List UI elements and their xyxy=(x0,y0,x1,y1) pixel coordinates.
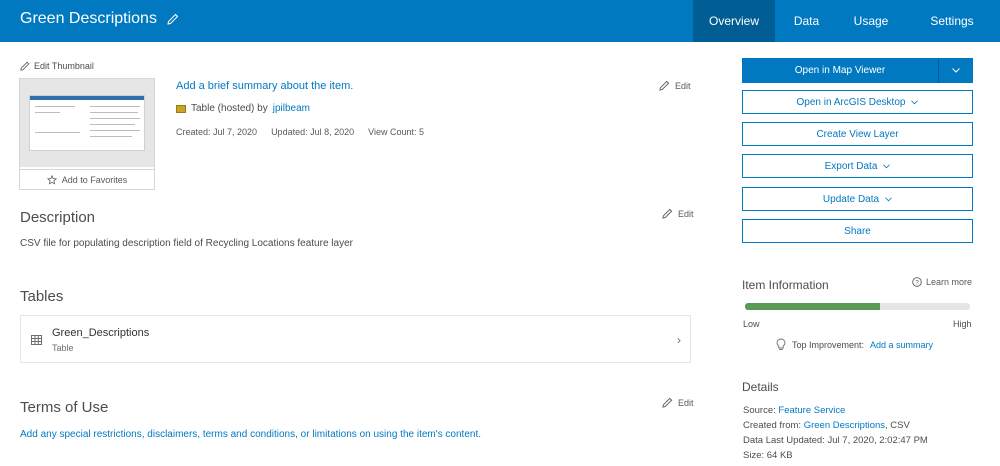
learn-more-link[interactable]: ? Learn more xyxy=(912,277,972,287)
edit-terms-button[interactable]: Edit xyxy=(662,397,694,408)
thumbnail-line xyxy=(90,124,135,125)
table-name: Green_Descriptions xyxy=(52,327,150,339)
edit-thumbnail-link[interactable]: Edit Thumbnail xyxy=(20,61,94,71)
top-improvement: Top Improvement: Add a summary xyxy=(776,338,933,351)
item-title-text: Green Descriptions xyxy=(20,10,157,27)
star-icon xyxy=(46,174,57,185)
edit-label: Edit xyxy=(675,80,691,91)
item-information-heading: Item Information xyxy=(742,278,829,292)
thumbnail-card: Add to Favorites xyxy=(19,78,155,190)
export-data-label: Export Data xyxy=(824,160,878,172)
thumbnail-line xyxy=(35,112,60,113)
thumbnail-line xyxy=(35,106,75,107)
hosted-table-icon xyxy=(176,104,186,113)
share-button[interactable]: Share xyxy=(742,219,973,243)
create-view-layer-label: Create View Layer xyxy=(816,128,899,140)
open-in-arcgis-desktop-button[interactable]: Open in ArcGIS Desktop xyxy=(742,90,973,114)
pencil-icon xyxy=(20,61,30,71)
edit-description-button[interactable]: Edit xyxy=(662,208,694,219)
add-terms-link[interactable]: Add any special restrictions, disclaimer… xyxy=(20,429,481,440)
thumbnail-line xyxy=(90,118,140,119)
size-value: 64 KB xyxy=(766,450,793,461)
created-from-link[interactable]: Green Descriptions xyxy=(804,420,885,431)
item-type-line: Table (hosted) by jpilbeam xyxy=(176,103,310,114)
chevron-down-icon xyxy=(952,68,960,73)
add-to-favorites-button[interactable]: Add to Favorites xyxy=(20,169,154,189)
owner-link[interactable]: jpilbeam xyxy=(273,103,310,114)
created-date: Created: Jul 7, 2020 xyxy=(176,127,258,137)
source-label: Source: xyxy=(743,405,776,416)
edit-label: Edit xyxy=(678,397,694,408)
share-label: Share xyxy=(844,225,871,237)
item-tabs: Overview Data Usage Settings xyxy=(693,0,1000,42)
open-in-map-viewer-main[interactable]: Open in Map Viewer xyxy=(742,58,938,83)
edit-label: Edit xyxy=(678,208,694,219)
top-header-bar: Green Descriptions Overview Data Usage S… xyxy=(0,0,1000,42)
source-link[interactable]: Feature Service xyxy=(778,405,845,416)
updated-date: Updated: Jul 8, 2020 xyxy=(271,127,355,137)
open-in-map-viewer-button: Open in Map Viewer xyxy=(742,58,973,83)
thumbnail-line xyxy=(90,136,132,137)
item-title: Green Descriptions xyxy=(20,10,179,28)
help-circle-icon: ? xyxy=(912,277,922,287)
update-data-label: Update Data xyxy=(822,193,880,205)
description-text: CSV file for populating description fiel… xyxy=(20,238,353,249)
tab-overview[interactable]: Overview xyxy=(693,0,775,42)
detail-data-last-updated: Data Last Updated: Jul 7, 2020, 2:02:47 … xyxy=(743,435,928,446)
thumbnail-line xyxy=(90,112,138,113)
view-count: View Count: 5 xyxy=(368,127,424,137)
thumbnail-preview-bar xyxy=(30,96,144,100)
thumbnail-preview xyxy=(29,95,145,151)
detail-size: Size: 64 KB xyxy=(743,450,793,461)
table-type: Table xyxy=(52,343,74,353)
item-dates: Created: Jul 7, 2020 Updated: Jul 8, 202… xyxy=(176,127,424,137)
size-label: Size: xyxy=(743,450,765,461)
table-list-item[interactable]: Green_Descriptions Table › xyxy=(20,315,691,363)
item-type-text: Table (hosted) by xyxy=(191,103,268,114)
thumbnail-line xyxy=(35,132,80,133)
top-improvement-label: Top Improvement: xyxy=(792,339,865,350)
update-data-button[interactable]: Update Data xyxy=(742,187,973,211)
pencil-icon xyxy=(662,397,673,408)
high-label: High xyxy=(953,319,972,329)
create-view-layer-button[interactable]: Create View Layer xyxy=(742,122,973,146)
add-a-summary-link[interactable]: Add a summary xyxy=(870,340,933,350)
pencil-icon xyxy=(659,80,670,91)
lightbulb-icon xyxy=(776,338,786,350)
chevron-right-icon: › xyxy=(677,333,681,347)
created-from-suffix: , CSV xyxy=(885,420,910,431)
description-heading: Description xyxy=(20,209,96,226)
thumbnail-line xyxy=(90,130,140,131)
map-viewer-dropdown-toggle[interactable] xyxy=(938,58,973,83)
edit-thumbnail-label: Edit Thumbnail xyxy=(34,61,94,71)
detail-created-from: Created from: Green Descriptions, CSV xyxy=(743,420,910,431)
edit-summary-button[interactable]: Edit xyxy=(659,80,691,91)
item-information-progress-bar xyxy=(745,303,970,310)
low-label: Low xyxy=(743,319,760,329)
tab-settings[interactable]: Settings xyxy=(904,0,1000,42)
thumbnail-line xyxy=(90,106,140,107)
created-from-label: Created from: xyxy=(743,420,802,431)
learn-more-label: Learn more xyxy=(926,277,973,287)
add-summary-link[interactable]: Add a brief summary about the item. xyxy=(176,80,353,92)
export-data-button[interactable]: Export Data xyxy=(742,154,973,178)
chevron-down-icon xyxy=(911,99,919,104)
detail-source: Source: Feature Service xyxy=(743,405,845,416)
tables-heading: Tables xyxy=(20,288,64,305)
chevron-down-icon xyxy=(885,196,892,201)
add-to-favorites-label: Add to Favorites xyxy=(61,174,128,185)
svg-text:?: ? xyxy=(915,280,919,287)
tab-usage[interactable]: Usage xyxy=(838,0,904,42)
details-heading: Details xyxy=(742,380,779,394)
chevron-down-icon xyxy=(883,163,891,168)
open-in-arcgis-desktop-label: Open in ArcGIS Desktop xyxy=(796,96,906,108)
tab-data[interactable]: Data xyxy=(775,0,838,42)
thumbnail-image[interactable] xyxy=(20,79,154,167)
edit-title-pencil-icon[interactable] xyxy=(167,13,179,25)
progress-fill xyxy=(745,303,880,310)
table-grid-icon xyxy=(31,335,42,345)
pencil-icon xyxy=(662,208,673,219)
terms-heading: Terms of Use xyxy=(20,399,109,416)
